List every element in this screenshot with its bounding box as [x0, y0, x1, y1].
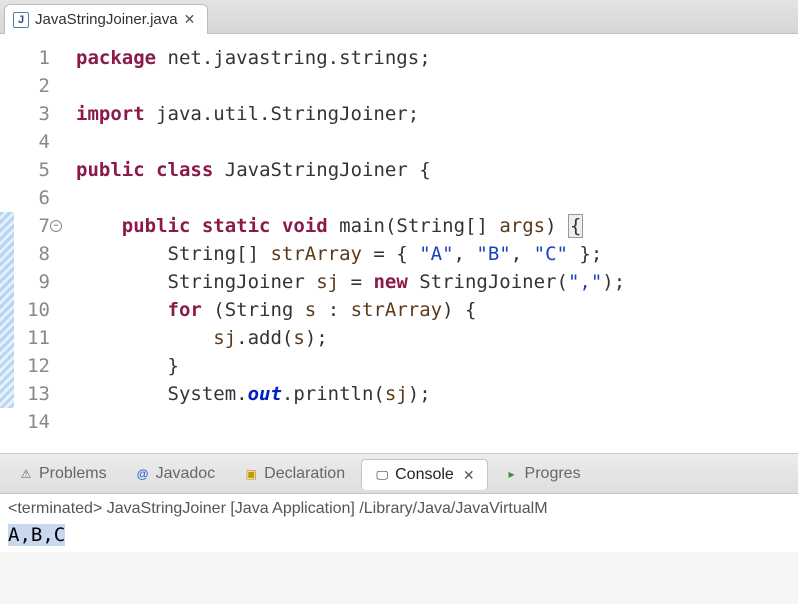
java-file-icon: J	[13, 12, 29, 28]
line-number: 5	[0, 156, 50, 184]
editor-tab-active[interactable]: J JavaStringJoiner.java ✕	[4, 4, 208, 34]
line-number: 6	[0, 184, 50, 212]
code-line: public class JavaStringJoiner {	[76, 159, 431, 181]
code-line: }	[76, 355, 179, 377]
console-panel: <terminated> JavaStringJoiner [Java Appl…	[0, 494, 798, 552]
close-icon[interactable]: ✕	[184, 11, 196, 28]
line-number: 7−	[0, 212, 50, 240]
line-number: 10	[0, 296, 50, 324]
line-number: 9	[0, 268, 50, 296]
tab-declaration[interactable]: ▣ Declaration	[231, 459, 357, 489]
tab-problems[interactable]: ⚠ Problems	[6, 459, 119, 489]
console-output[interactable]: A,B,C	[8, 524, 790, 546]
line-number: 8	[0, 240, 50, 268]
console-icon: 🖵	[374, 467, 390, 483]
problems-icon: ⚠	[18, 466, 34, 482]
code-line: StringJoiner sj = new StringJoiner(",");	[76, 271, 625, 293]
code-line	[76, 131, 87, 153]
close-icon[interactable]: ✕	[463, 467, 475, 484]
code-line: package net.javastring.strings;	[76, 47, 431, 69]
code-editor[interactable]: 1 2 3 4 5 6 7− 8 9 10 11 12 13 14 packag…	[0, 34, 798, 454]
tab-progress[interactable]: ▸ Progres	[492, 459, 593, 489]
tab-label: Javadoc	[156, 465, 216, 483]
fold-icon[interactable]: −	[50, 220, 62, 232]
editor-tab-filename: JavaStringJoiner.java	[35, 11, 178, 28]
declaration-icon: ▣	[243, 466, 259, 482]
tab-console[interactable]: 🖵 Console ✕	[361, 459, 487, 490]
code-line: import java.util.StringJoiner;	[76, 103, 419, 125]
line-number: 12	[0, 352, 50, 380]
code-line: String[] strArray = { "A", "B", "C" };	[76, 243, 602, 265]
line-number: 11	[0, 324, 50, 352]
code-line: sj.add(s);	[76, 327, 328, 349]
progress-icon: ▸	[504, 466, 520, 482]
line-number: 13	[0, 380, 50, 408]
code-line: public static void main(String[] args) {	[76, 214, 583, 238]
code-line	[76, 187, 87, 209]
tab-javadoc[interactable]: @ Javadoc	[123, 459, 228, 489]
tab-label: Problems	[39, 465, 107, 483]
javadoc-icon: @	[135, 466, 151, 482]
panel-tab-strip: ⚠ Problems @ Javadoc ▣ Declaration 🖵 Con…	[0, 454, 798, 494]
tab-label: Declaration	[264, 465, 345, 483]
code-area[interactable]: package net.javastring.strings; import j…	[58, 34, 625, 453]
editor-tab-strip: J JavaStringJoiner.java ✕	[0, 0, 798, 34]
line-number: 2	[0, 72, 50, 100]
line-number: 4	[0, 128, 50, 156]
line-number: 3	[0, 100, 50, 128]
code-line: for (String s : strArray) {	[76, 299, 476, 321]
code-line: System.out.println(sj);	[76, 383, 431, 405]
tab-label: Progres	[525, 465, 581, 483]
line-number: 14	[0, 408, 50, 436]
console-header: <terminated> JavaStringJoiner [Java Appl…	[8, 500, 790, 518]
tab-label: Console	[395, 466, 454, 484]
code-line	[76, 411, 87, 433]
gutter: 1 2 3 4 5 6 7− 8 9 10 11 12 13 14	[0, 34, 58, 453]
code-line	[76, 75, 87, 97]
line-number: 1	[0, 44, 50, 72]
